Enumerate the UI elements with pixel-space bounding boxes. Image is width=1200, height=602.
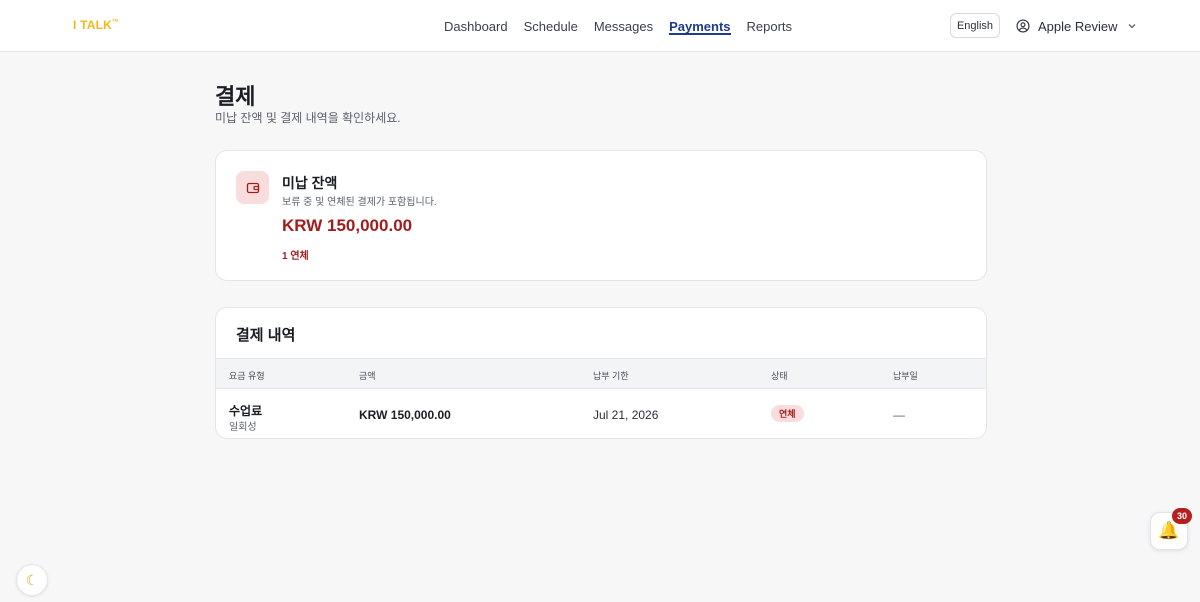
page-subtitle: 미납 잔액 및 결제 내역을 확인하세요.	[215, 111, 401, 125]
wallet-icon	[246, 182, 259, 193]
balance-description: 보류 중 및 연체된 결제가 포함됩니다.	[282, 197, 437, 208]
balance-amount: KRW 150,000.00	[282, 216, 413, 235]
user-circle-icon	[1016, 19, 1030, 33]
row-due-date: Jul 21, 2026	[593, 408, 659, 422]
brand-logo[interactable]: I TALK™	[73, 18, 119, 32]
user-menu[interactable]: Apple Review	[1016, 16, 1137, 36]
row-amount: KRW 150,000.00	[359, 408, 451, 422]
language-button[interactable]: English	[950, 13, 1000, 38]
outstanding-balance-card: 미납 잔액 보류 중 및 연체된 결제가 포함됩니다. KRW 150,000.…	[215, 150, 987, 281]
user-name: Apple Review	[1038, 18, 1118, 34]
top-navigation-bar: I TALK™ Dashboard Schedule Messages Paym…	[0, 0, 1200, 52]
nav-item-payments[interactable]: Payments	[669, 0, 731, 52]
column-header-fee-type: 요금 유형	[229, 371, 265, 381]
nav-item-messages[interactable]: Messages	[594, 0, 653, 52]
fee-type-sub: 일회성	[229, 422, 257, 433]
main-nav: Dashboard Schedule Messages Payments Rep…	[444, 0, 808, 52]
bell-icon: 🔔	[1158, 521, 1180, 540]
column-header-due-date: 납부 기한	[593, 371, 629, 381]
column-header-amount: 금액	[359, 371, 376, 381]
history-title: 결제 내역	[236, 327, 296, 344]
balance-title: 미납 잔액	[282, 175, 338, 191]
overdue-count: 1 연체	[282, 251, 309, 262]
fee-type: 수업료	[229, 404, 263, 418]
nav-item-reports[interactable]: Reports	[747, 0, 793, 52]
chevron-down-icon	[1128, 24, 1135, 29]
row-paid-date: —	[893, 408, 905, 422]
nav-item-dashboard[interactable]: Dashboard	[444, 0, 508, 52]
column-header-status: 상태	[771, 371, 788, 381]
moon-icon: ☾	[25, 571, 39, 588]
wallet-icon-tile	[236, 171, 269, 204]
status-badge: 연체	[771, 405, 804, 422]
nav-item-schedule[interactable]: Schedule	[524, 0, 578, 52]
page-title: 결제	[215, 84, 256, 109]
table-header: 요금 유형 금액 납부 기한 상태 납부일	[216, 358, 986, 389]
theme-toggle-button[interactable]: ☾	[16, 564, 48, 596]
payment-history-card: 결제 내역 요금 유형 금액 납부 기한 상태 납부일 수업료 일회성 KRW …	[215, 307, 987, 439]
column-header-paid-date: 납부일	[893, 371, 918, 381]
table-row[interactable]: 수업료 일회성 KRW 150,000.00 Jul 21, 2026 연체 —	[216, 389, 986, 438]
notification-count-badge: 30	[1172, 508, 1192, 524]
